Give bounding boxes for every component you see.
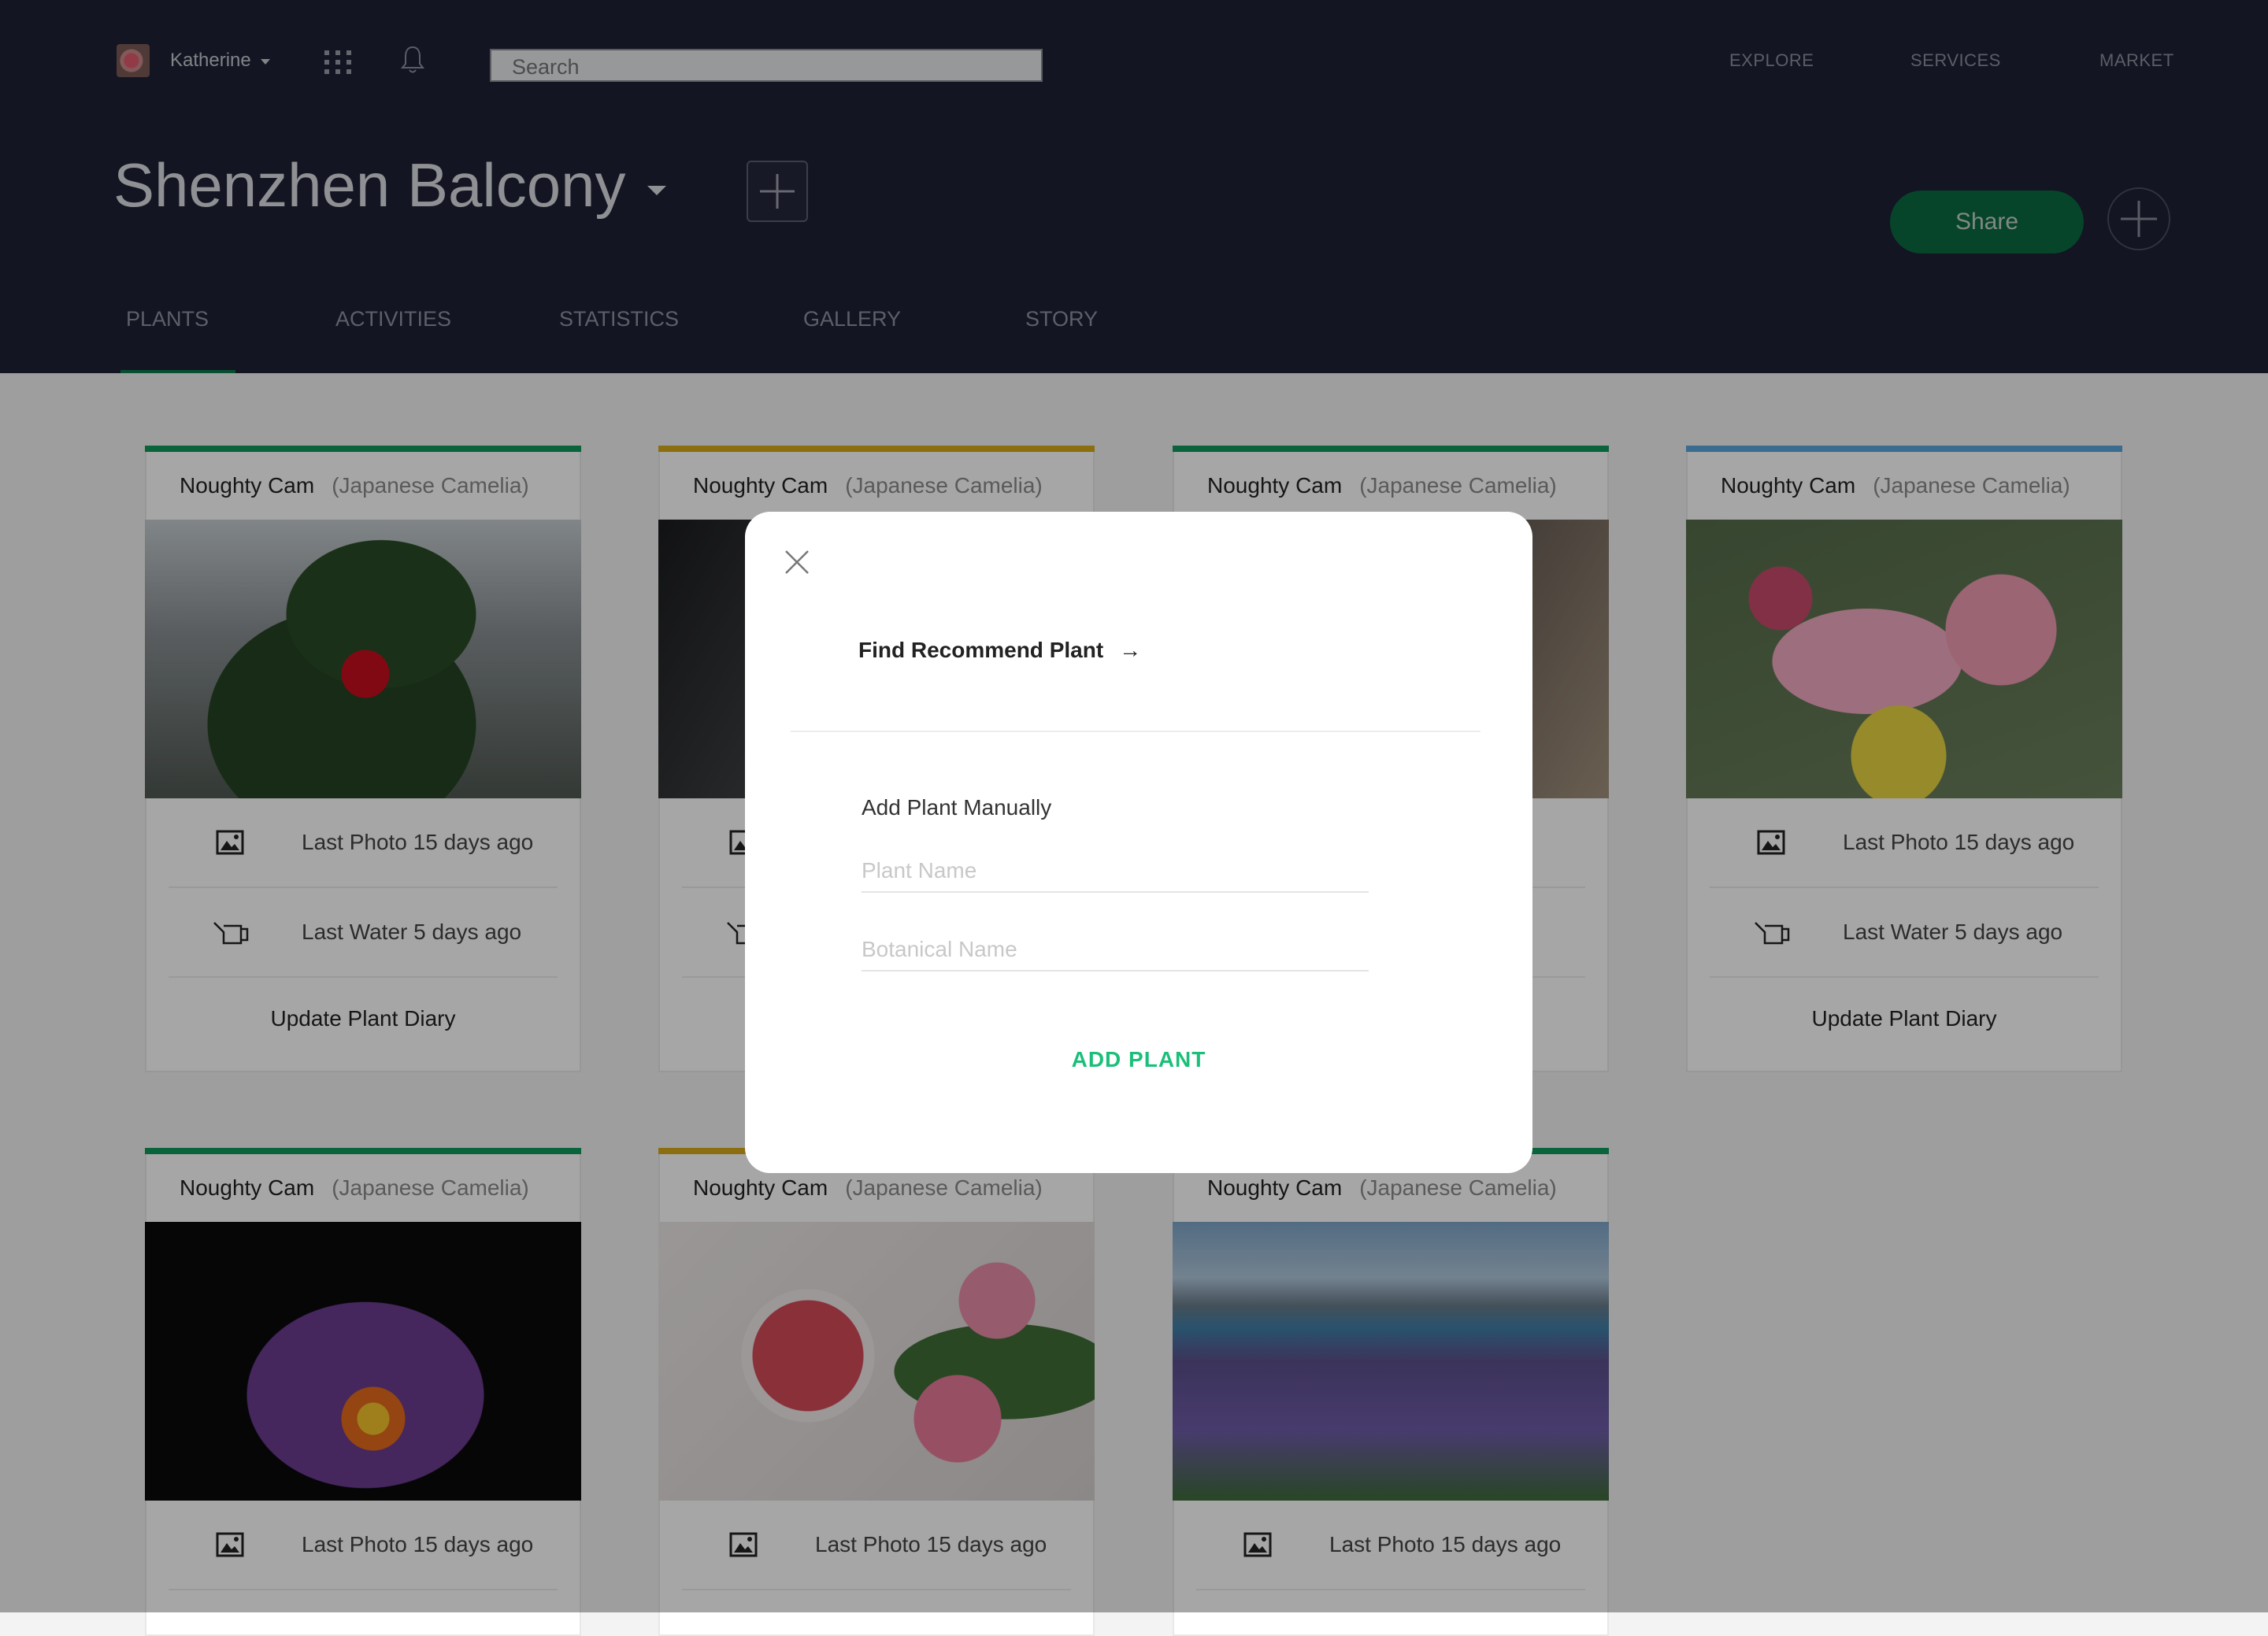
arrow-right-icon[interactable]: → [1119, 638, 1141, 663]
plant-name-field[interactable] [862, 850, 1369, 893]
divider [791, 731, 1480, 732]
add-plant-button[interactable]: ADD PLANT [745, 1047, 1532, 1072]
add-manually-heading: Add Plant Manually [862, 795, 1052, 820]
close-icon[interactable] [776, 542, 811, 576]
find-recommend-plant-label[interactable]: Find Recommend Plant [858, 638, 1103, 663]
add-plant-dialog: Find Recommend Plant → Add Plant Manuall… [745, 512, 1532, 1173]
botanical-name-field[interactable] [862, 929, 1369, 972]
find-recommend-plant-link[interactable]: Find Recommend Plant → [858, 638, 1141, 663]
